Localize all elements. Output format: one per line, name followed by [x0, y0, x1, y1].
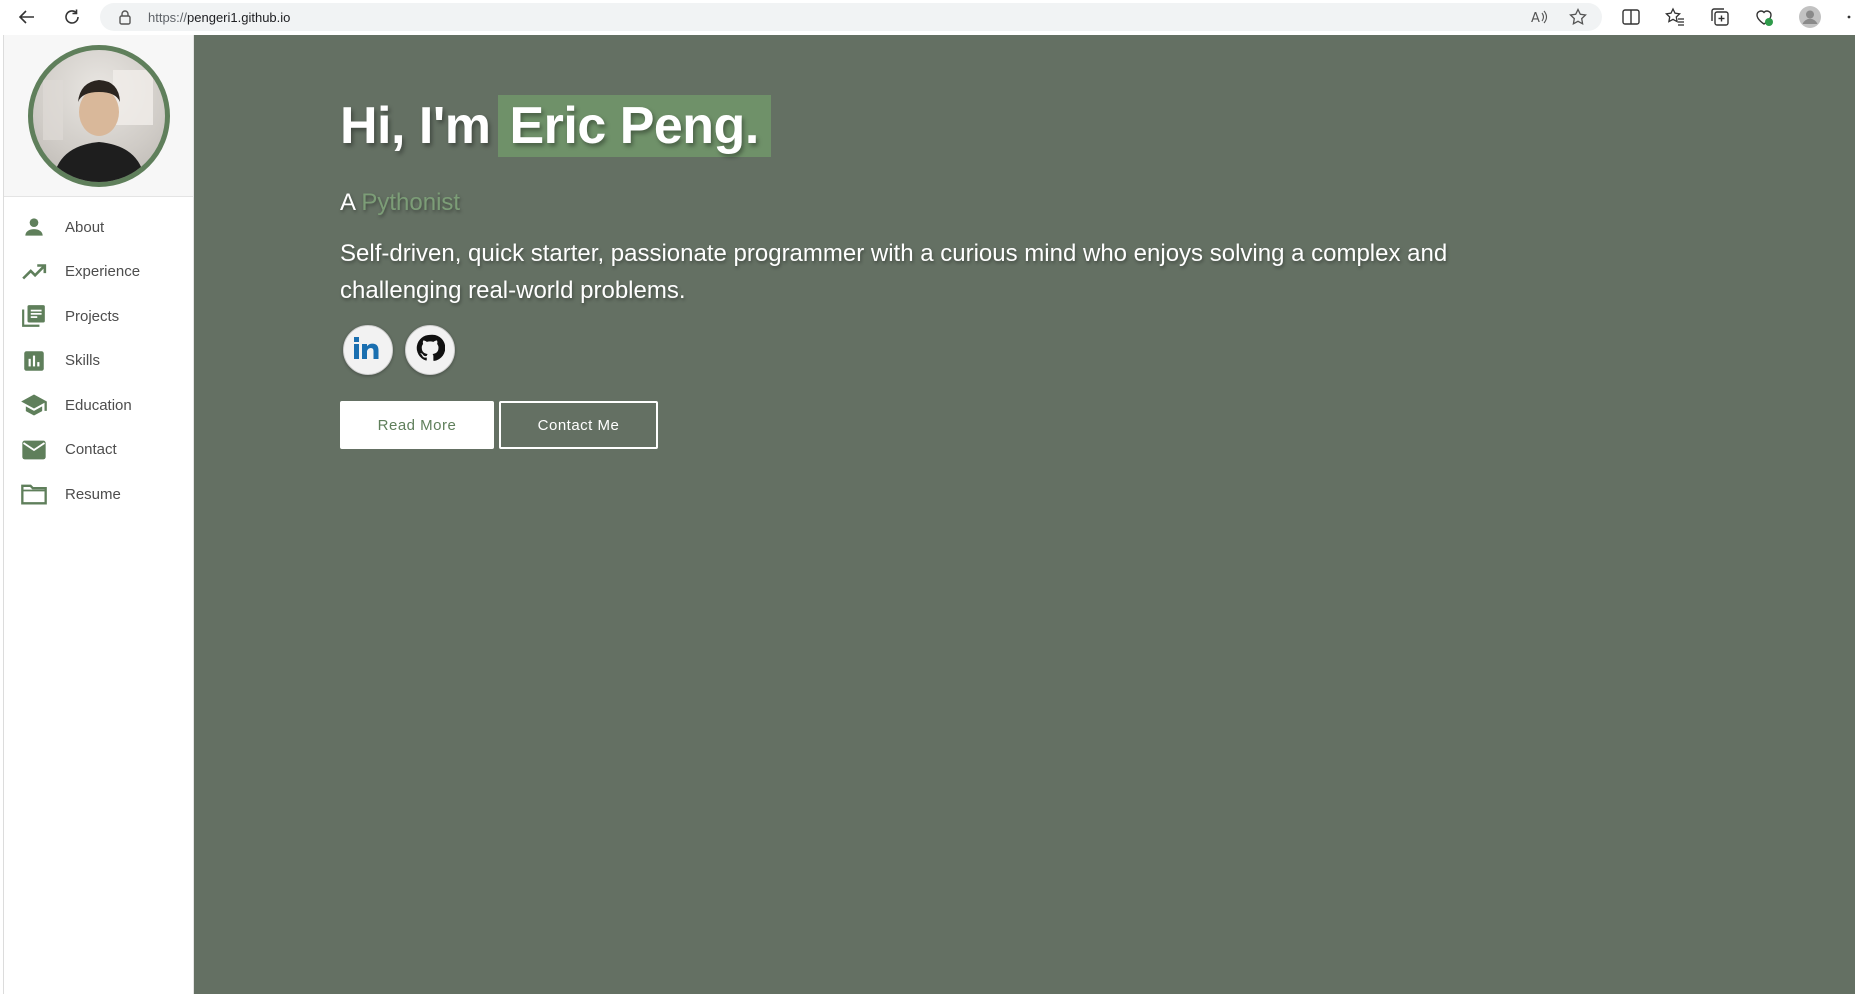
sidebar-item-label: Projects: [65, 307, 120, 325]
person-icon: [20, 213, 48, 241]
browser-essentials-icon[interactable]: [1754, 7, 1774, 27]
more-icon[interactable]: [1844, 7, 1854, 27]
profile-area: [4, 35, 193, 197]
profile-icon[interactable]: [1799, 6, 1821, 28]
role-line: A Pythonist: [340, 189, 460, 217]
sidebar-item-projects[interactable]: Projects: [4, 294, 193, 339]
folder-icon: [20, 480, 48, 508]
library-books-icon: [20, 302, 48, 330]
sidebar-item-label: Skills: [65, 352, 101, 370]
sidebar-item-label: Resume: [65, 485, 121, 503]
sidebar-nav: About Experience Projects Skills Educati…: [4, 197, 193, 517]
contact-me-button[interactable]: Contact Me: [499, 401, 658, 449]
collections-icon[interactable]: [1710, 7, 1730, 27]
read-aloud-icon[interactable]: A: [1530, 8, 1548, 26]
sidebar-item-label: Education: [65, 396, 132, 414]
browser-toolbar: https://pengeri1.github.io A: [0, 0, 1855, 34]
sidebar-item-about[interactable]: About: [4, 205, 193, 250]
hero-section: Hi, I'm Eric Peng. A Pythonist Self-drive…: [194, 35, 1855, 994]
linkedin-icon: [353, 335, 383, 366]
read-more-button[interactable]: Read More: [340, 401, 494, 449]
url-host: pengeri1.github.io: [187, 10, 291, 25]
split-screen-icon[interactable]: [1621, 7, 1641, 27]
url-text[interactable]: https://pengeri1.github.io: [148, 10, 290, 25]
name-highlight: Eric Peng.: [498, 95, 771, 157]
linkedin-link[interactable]: [343, 325, 393, 375]
sidebar-item-label: Experience: [65, 263, 141, 281]
favorite-star-icon[interactable]: [1569, 7, 1587, 26]
role-text: Pythonist: [361, 189, 461, 216]
github-icon: [415, 333, 446, 368]
greeting-prefix: Hi, I'm: [340, 97, 491, 155]
avatar: [28, 45, 170, 187]
github-link[interactable]: [405, 325, 455, 375]
favorites-icon[interactable]: [1664, 7, 1685, 27]
sidebar-item-resume[interactable]: Resume: [4, 472, 193, 517]
sidebar-item-skills[interactable]: Skills: [4, 339, 193, 384]
sidebar-item-label: About: [65, 218, 105, 236]
lock-icon[interactable]: [118, 9, 132, 30]
sidebar-item-label: Contact: [65, 441, 117, 459]
back-arrow-icon[interactable]: [15, 5, 39, 29]
sidebar-item-education[interactable]: Education: [4, 383, 193, 428]
bar-chart-icon: [20, 347, 48, 375]
sidebar-item-experience[interactable]: Experience: [4, 250, 193, 295]
sidebar: About Experience Projects Skills Educati…: [3, 35, 194, 994]
url-scheme: https://: [148, 10, 188, 25]
school-icon: [20, 391, 48, 419]
trending-up-icon: [20, 258, 48, 286]
refresh-icon[interactable]: [60, 5, 84, 29]
address-bar[interactable]: https://pengeri1.github.io A: [100, 3, 1602, 31]
sidebar-item-contact[interactable]: Contact: [4, 428, 193, 473]
role-prefix: A: [340, 189, 355, 216]
svg-text:A: A: [1531, 11, 1540, 26]
hero-description: Self-driven, quick starter, passionate p…: [340, 240, 1448, 304]
mail-icon: [20, 436, 48, 464]
hero-heading: Hi, I'm Eric Peng.: [340, 95, 771, 157]
